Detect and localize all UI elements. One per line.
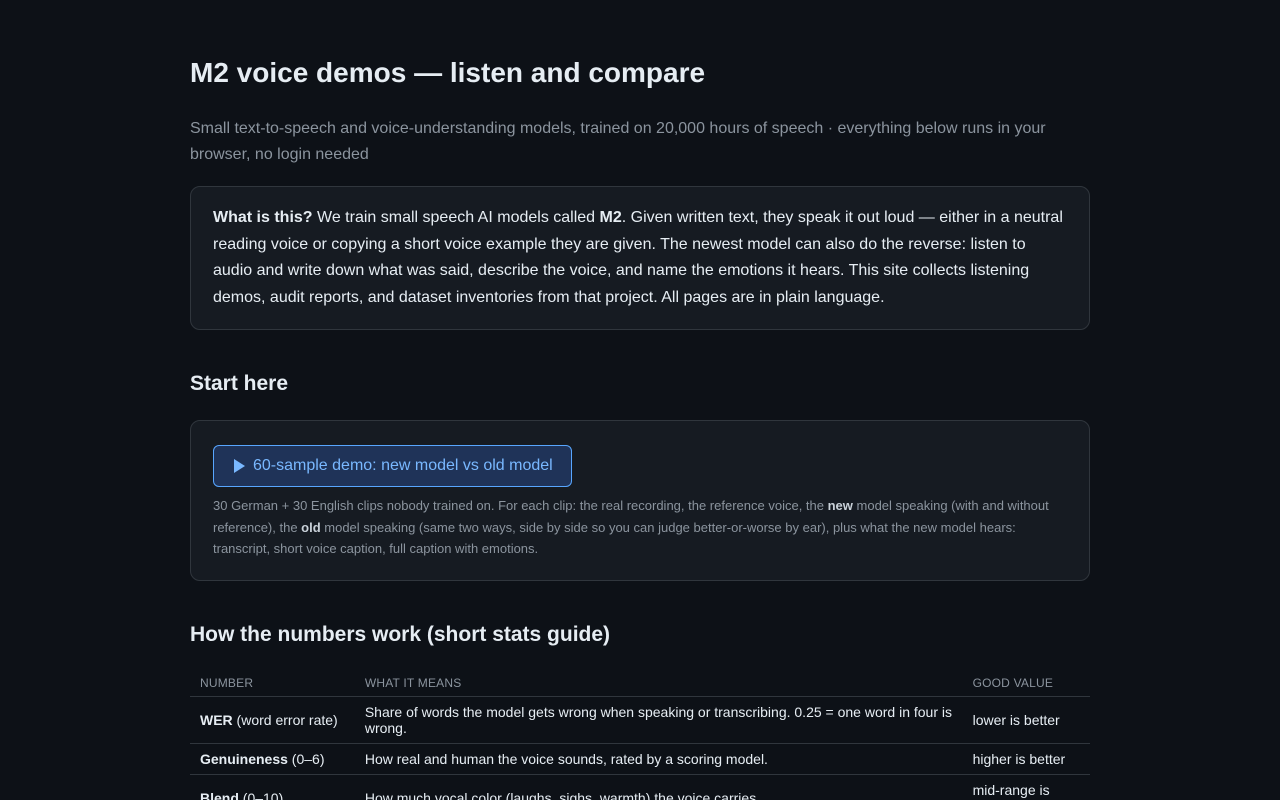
demo-desc-new: new xyxy=(827,498,853,513)
table-row: Genuineness (0–6) How real and human the… xyxy=(190,743,1090,775)
demo-button-label: 60-sample demo: new model vs old model xyxy=(253,457,553,474)
cell-good-value: higher is better xyxy=(962,743,1090,775)
cell-number: Blend (0–10) xyxy=(190,774,355,800)
demo-desc-a: 30 German + 30 English clips nobody trai… xyxy=(213,498,828,513)
cell-meaning: How real and human the voice sounds, rat… xyxy=(354,743,963,775)
page-subtitle: Small text-to-speech and voice-understan… xyxy=(190,120,1046,163)
page: M2 voice demos — listen and compare Smal… xyxy=(190,0,1090,800)
table-row: Blend (0–10) How much vocal color (laugh… xyxy=(190,774,1090,800)
play-icon xyxy=(234,459,245,473)
metric-suffix: (0–6) xyxy=(287,750,325,767)
demo-button[interactable]: 60-sample demo: new model vs old model xyxy=(213,445,572,487)
column-header-good-value: GOOD VALUE xyxy=(962,668,1090,697)
demo-desc-c: model speaking (same two ways, side by s… xyxy=(213,519,1016,557)
start-card: 60-sample demo: new model vs old model 3… xyxy=(190,420,1090,581)
demo-desc-old: old xyxy=(301,519,321,535)
metric-name: Genuineness xyxy=(200,750,288,767)
intro-text-a: We train small speech AI models called xyxy=(312,209,600,226)
metric-suffix: (word error rate) xyxy=(232,711,338,728)
page-title: M2 voice demos — listen and compare xyxy=(190,57,706,88)
intro-card: What is this? We train small speech AI m… xyxy=(190,186,1090,330)
cell-number: Genuineness (0–6) xyxy=(190,743,355,775)
metric-suffix: (0–10) xyxy=(238,789,284,800)
metric-name: Blend xyxy=(200,789,239,800)
table-header-row: NUMBER WHAT IT MEANS GOOD VALUE xyxy=(190,668,1090,697)
cell-meaning: Share of words the model gets wrong when… xyxy=(354,696,963,744)
table-row: WER (word error rate) Share of words the… xyxy=(190,696,1090,744)
cell-number: WER (word error rate) xyxy=(190,696,355,744)
cell-meaning: How much vocal color (laughs, sighs, war… xyxy=(354,774,963,800)
stats-heading: How the numbers work (short stats guide) xyxy=(190,622,611,646)
column-header-number: NUMBER xyxy=(190,668,355,697)
intro-lead: What is this? xyxy=(213,209,313,226)
stats-table: NUMBER WHAT IT MEANS GOOD VALUE WER (wor… xyxy=(190,668,1090,800)
cell-good-value: mid-range is natural xyxy=(962,774,1090,800)
start-heading: Start here xyxy=(190,372,289,395)
metric-name: WER xyxy=(200,711,233,728)
demo-description: 30 German + 30 English clips nobody trai… xyxy=(213,495,1067,560)
intro-model-name: M2 xyxy=(599,209,622,226)
column-header-meaning: WHAT IT MEANS xyxy=(354,668,963,697)
cell-good-value: lower is better xyxy=(962,696,1090,744)
